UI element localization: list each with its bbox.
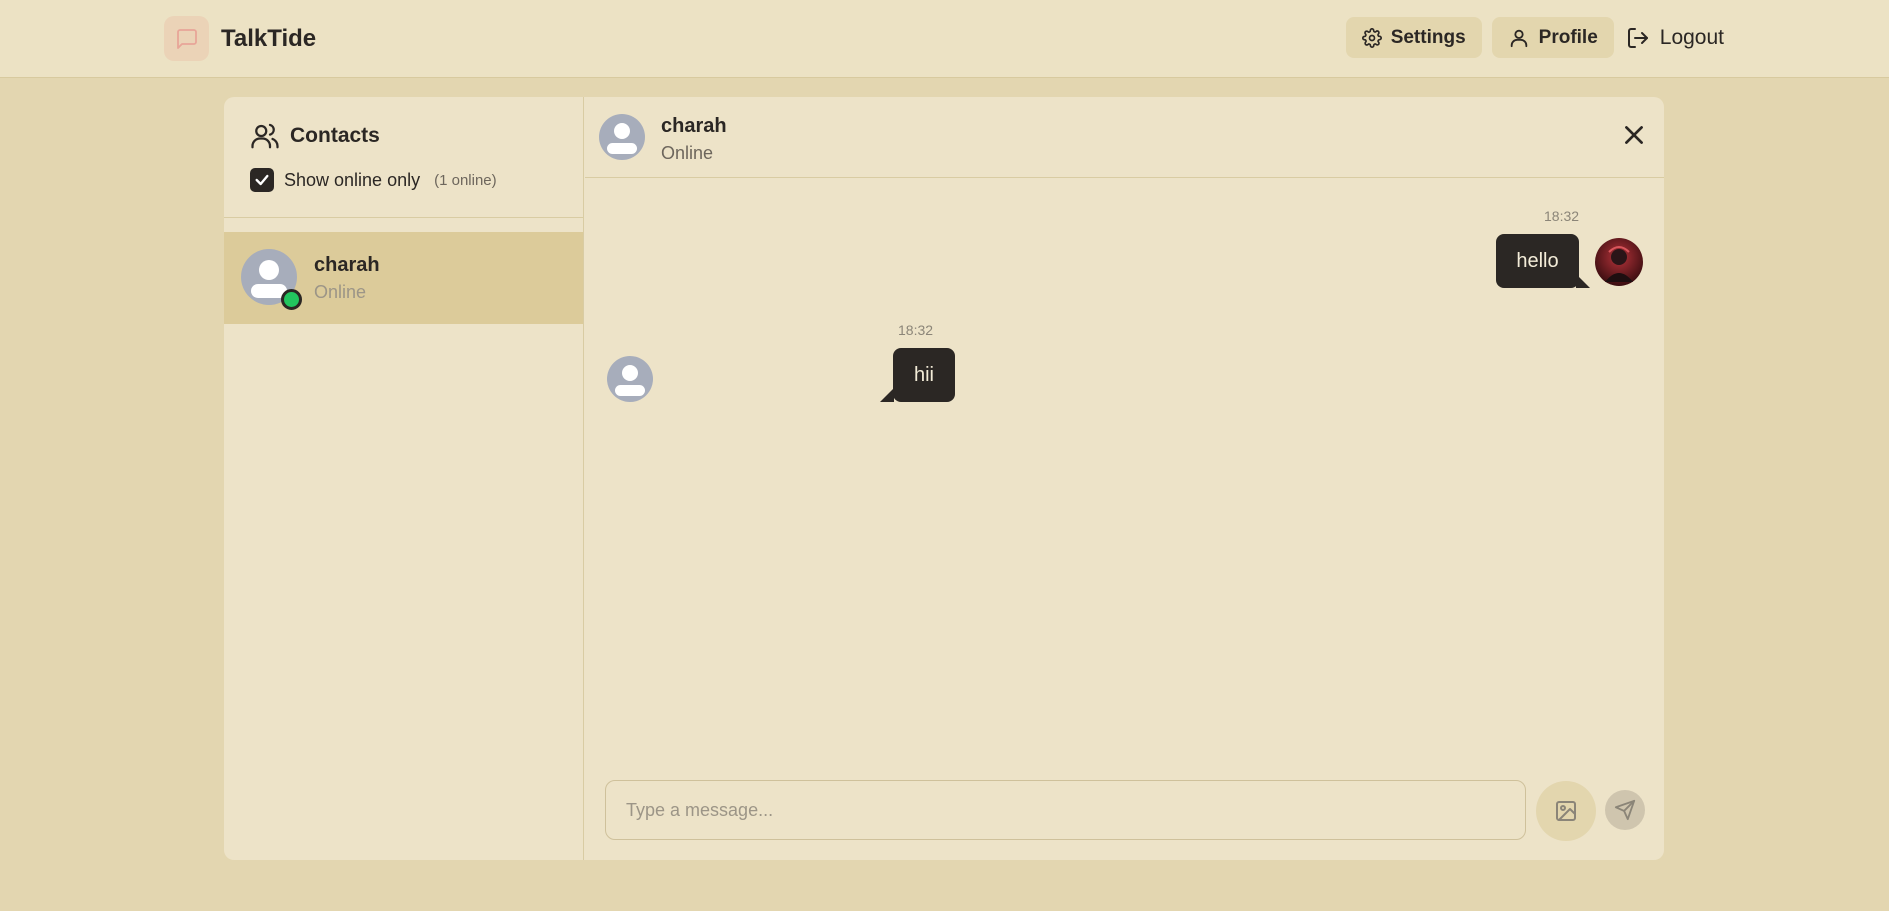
close-icon: [1625, 126, 1643, 144]
contacts-sidebar: Contacts Show online only (1 online) cha…: [224, 97, 584, 860]
send-button[interactable]: [1605, 790, 1645, 830]
chat-header: charah Online: [585, 97, 1664, 178]
message-square-icon: [176, 28, 197, 49]
online-filter: Show online only (1 online): [250, 168, 497, 192]
contact-message-avatar: [607, 356, 653, 402]
message-time: 18:32: [1544, 208, 1580, 224]
show-online-checkbox[interactable]: [250, 168, 274, 192]
user-icon: [1510, 29, 1527, 47]
online-count: (1 online): [434, 171, 497, 189]
send-icon: [1614, 799, 1636, 821]
chat-contact-status: Online: [661, 143, 714, 163]
logout-label: Logout: [1659, 25, 1724, 49]
profile-button[interactable]: Profile: [1491, 17, 1614, 58]
settings-button[interactable]: Settings: [1345, 17, 1482, 58]
top-bar: TalkTide Settings Profile Logout: [0, 0, 1889, 78]
online-indicator: [281, 289, 302, 310]
bubble-tail: [880, 388, 894, 402]
chat-avatar: [599, 114, 645, 160]
contacts-heading: Contacts: [250, 121, 380, 151]
message-text: hii: [913, 363, 934, 386]
contact-status: Online: [314, 282, 367, 302]
chat-contact-name: charah: [661, 115, 727, 137]
my-avatar: [1595, 238, 1643, 286]
logo: [164, 16, 209, 61]
sidebar-header: Contacts Show online only (1 online): [224, 97, 583, 218]
message-input[interactable]: [605, 780, 1526, 840]
profile-label: Profile: [1538, 26, 1598, 48]
message-bubble-sent: hello: [1496, 234, 1579, 288]
users-icon: [251, 123, 279, 149]
brand[interactable]: TalkTide: [164, 16, 316, 61]
chat-panel: charah Online 18:32 hello 18:32 hii Type…: [585, 97, 1664, 860]
contact-name: charah: [314, 254, 380, 276]
logout-icon: [1627, 27, 1648, 48]
close-chat-button[interactable]: [1618, 119, 1650, 151]
contact-item[interactable]: charah Online: [224, 232, 583, 324]
contacts-title: Contacts: [290, 124, 380, 147]
top-nav: Settings Profile Logout: [1345, 17, 1724, 58]
attach-image-button[interactable]: [1536, 781, 1596, 841]
logout-button[interactable]: Logout: [1624, 26, 1724, 50]
settings-label: Settings: [1390, 26, 1466, 48]
app-title: TalkTide: [221, 24, 317, 52]
image-icon: [1556, 801, 1576, 821]
message-bubble-received: hii: [893, 348, 955, 402]
message-text: hello: [1516, 249, 1559, 272]
message-time: 18:32: [898, 322, 934, 338]
gear-icon: [1361, 27, 1382, 48]
show-online-label: Show online only: [284, 169, 421, 190]
bubble-tail: [1576, 274, 1590, 288]
check-icon: [255, 174, 269, 186]
chat-container: Contacts Show online only (1 online) cha…: [224, 97, 1664, 860]
